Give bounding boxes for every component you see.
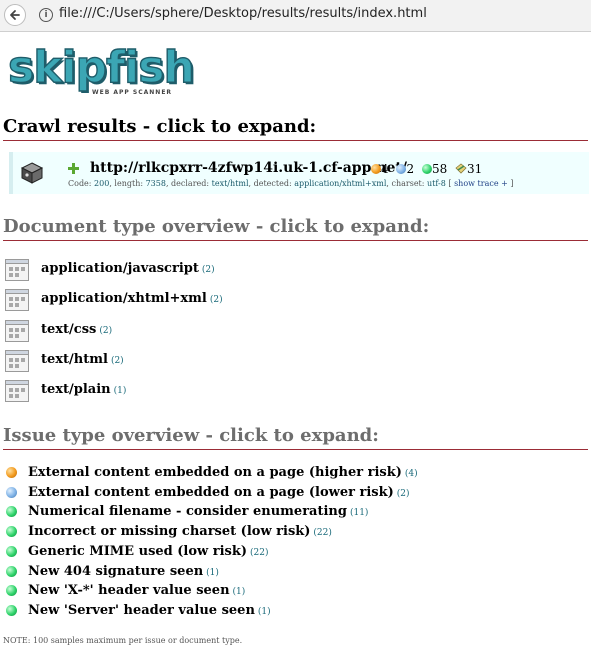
- server-icon: [20, 162, 44, 184]
- doc-type-label: text/html (2): [41, 352, 124, 367]
- show-trace-link[interactable]: show trace +: [454, 179, 508, 188]
- issue-type-label: New 'Server' header value seen (1): [28, 603, 271, 618]
- low-risk-dot-icon: [6, 506, 17, 517]
- low-risk-dot-icon: [6, 566, 17, 577]
- crawl-url-link[interactable]: http://rlkcpxrr-4zfwp14i.uk-1.cf-app.net…: [90, 160, 407, 176]
- document-type-heading[interactable]: Document type overview - click to expand…: [3, 216, 588, 241]
- issue-type-count: (2): [396, 489, 410, 499]
- back-button[interactable]: [4, 4, 26, 26]
- low-risk-dot-icon: [6, 585, 17, 596]
- doc-type-name: application/javascript: [41, 261, 199, 276]
- issue-type-label: Incorrect or missing charset (low risk)(…: [28, 524, 332, 539]
- footer-note: NOTE: 100 samples maximum per issue or d…: [3, 636, 243, 645]
- doc-type-name: text/plain: [41, 382, 111, 397]
- issue-type-label: Numerical filename - consider enumeratin…: [28, 504, 368, 519]
- info-icon[interactable]: i: [39, 8, 53, 22]
- issue-type-count: (1): [206, 568, 219, 578]
- mime-type-icon: [5, 259, 29, 281]
- issue-type-label: New 'X-*' header value seen (1): [28, 583, 245, 598]
- issue-type-label: New 404 signature seen (1): [28, 564, 219, 579]
- high-risk-count: 4: [381, 162, 389, 176]
- doc-type-label: application/javascript (2): [41, 261, 215, 276]
- doc-type-name: text/css: [41, 322, 97, 337]
- doc-type-name: text/html: [41, 352, 108, 367]
- low-risk-dot-icon: [421, 164, 432, 174]
- meta-detected-label: , detected:: [248, 179, 292, 188]
- issue-type-count: (1): [257, 607, 271, 617]
- issue-type-name: New 404 signature seen: [28, 564, 204, 579]
- doc-type-name: application/xhtml+xml: [41, 291, 207, 306]
- issue-type-heading[interactable]: Issue type overview - click to expand:: [3, 425, 588, 450]
- high-risk-dot-icon: [6, 467, 17, 478]
- doc-type-label: application/xhtml+xml (2): [41, 291, 223, 306]
- info-count: 31: [467, 162, 483, 176]
- issue-type-count: (11): [349, 508, 369, 518]
- issue-type-label: Generic MIME used (low risk) (22): [28, 544, 269, 559]
- low-risk-count: 58: [431, 162, 448, 176]
- issue-type-count: (4): [404, 469, 418, 479]
- info-note-icon: [455, 163, 467, 174]
- crawl-meta-line: Code: 200, length: 7358, declared: text/…: [68, 179, 513, 188]
- issue-type-label: External content embedded on a page (low…: [28, 485, 409, 500]
- logo-wordmark: skipfish: [7, 42, 195, 93]
- meta-detected-value: application/xhtml+xml: [294, 179, 387, 188]
- skipfish-logo: skipfish WEB APP SCANNER: [7, 42, 195, 96]
- doc-type-label: text/css (2): [41, 322, 112, 337]
- issue-type-count: (22): [313, 528, 332, 538]
- meta-code-value: 200: [94, 179, 110, 188]
- doc-type-count: (2): [99, 326, 113, 336]
- issue-type-name: New 'X-*' header value seen: [28, 583, 230, 598]
- meta-trace-open: [: [445, 179, 455, 188]
- meta-declared-value: text/html: [211, 179, 249, 188]
- medium-risk-dot-icon: [6, 487, 17, 498]
- crawl-results-heading[interactable]: Crawl results - click to expand:: [3, 116, 588, 141]
- doc-type-label: text/plain (1): [41, 382, 126, 397]
- url-field[interactable]: file:///C:/Users/sphere/Desktop/results/…: [59, 6, 427, 21]
- mime-type-icon: [5, 320, 29, 342]
- meta-declared-label: , declared:: [165, 179, 210, 188]
- meta-charset-label: , charset:: [386, 179, 425, 188]
- logo-tagline: WEB APP SCANNER: [92, 89, 173, 96]
- browser-address-bar: i file:///C:/Users/sphere/Desktop/result…: [0, 0, 591, 32]
- back-arrow-icon: [10, 10, 20, 20]
- mime-type-icon: [5, 289, 29, 311]
- meta-length-label: , length:: [109, 179, 144, 188]
- issue-type-name: Numerical filename - consider enumeratin…: [28, 504, 347, 519]
- issue-type-name: External content embedded on a page (hig…: [28, 465, 402, 480]
- issue-count-summary: 4 2 58 31: [371, 162, 486, 176]
- doc-type-count: (2): [110, 356, 124, 366]
- mime-type-icon: [5, 380, 29, 402]
- medium-risk-count: 2: [406, 162, 415, 176]
- expand-plus-icon[interactable]: [67, 162, 80, 175]
- low-risk-dot-icon: [6, 546, 17, 557]
- issue-type-name: Generic MIME used (low risk): [28, 544, 248, 559]
- meta-length-value: 7358: [145, 179, 166, 188]
- low-risk-dot-icon: [6, 605, 17, 616]
- meta-trace-close: ]: [507, 179, 514, 188]
- issue-type-count: (1): [232, 587, 246, 597]
- meta-code-label: Code:: [68, 179, 92, 188]
- meta-charset-value: utf-8: [427, 179, 446, 188]
- issue-type-count: (22): [250, 548, 269, 558]
- doc-type-count: (2): [201, 265, 215, 275]
- high-risk-dot-icon: [371, 164, 381, 174]
- issue-type-name: Incorrect or missing charset (low risk): [28, 524, 311, 539]
- issue-type-label: External content embedded on a page (hig…: [28, 465, 418, 480]
- doc-type-count: (2): [209, 295, 223, 305]
- mime-type-icon: [5, 350, 29, 372]
- doc-type-count: (1): [113, 386, 127, 396]
- low-risk-dot-icon: [6, 526, 17, 537]
- medium-risk-dot-icon: [396, 164, 407, 174]
- issue-type-name: New 'Server' header value seen: [28, 603, 255, 618]
- issue-type-name: External content embedded on a page (low…: [28, 485, 394, 500]
